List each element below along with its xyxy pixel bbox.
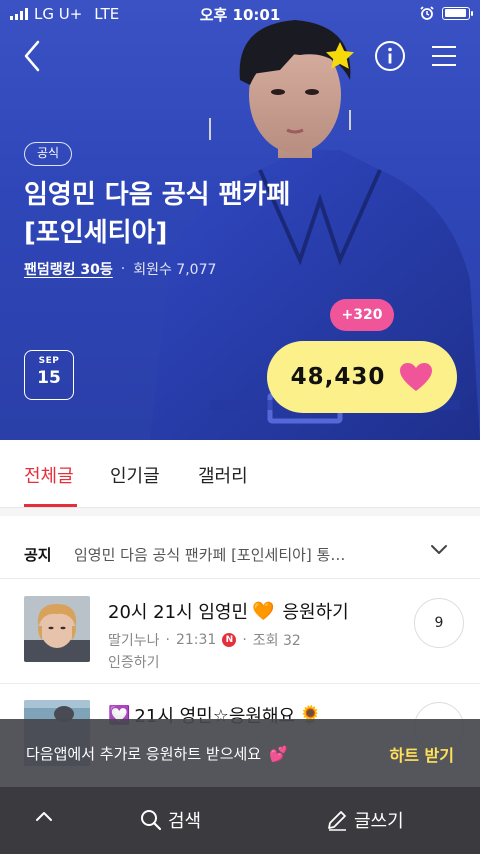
two-hearts-emoji: 💕 xyxy=(269,744,288,763)
new-badge: N xyxy=(222,633,237,647)
fandom-rank-link[interactable]: 팬덤랭킹 30등 xyxy=(24,259,113,279)
cafe-hero: LG U+ LTE 오후 10:01 공식 임영민 다음 공식 팬카페 [포인세… xyxy=(0,0,480,440)
notice-row[interactable]: 공지 임영민 다음 공식 팬카페 [포인세티아] 통… xyxy=(0,530,480,578)
status-bar: LG U+ LTE 오후 10:01 xyxy=(0,0,480,28)
write-button[interactable]: 글쓰기 xyxy=(326,807,404,833)
chevron-up-icon xyxy=(36,812,52,821)
info-icon xyxy=(375,41,405,71)
get-hearts-button[interactable]: 하트 받기 xyxy=(390,742,454,766)
post-thumbnail xyxy=(24,596,90,662)
tab-all-posts[interactable]: 전체글 xyxy=(24,462,74,488)
date-day: 15 xyxy=(37,368,61,388)
heart-icon xyxy=(400,363,433,391)
post-views: 조회 32 xyxy=(252,633,301,649)
divider xyxy=(0,578,480,579)
toast-message-text: 다음앱에서 추가로 응원하트 받으세요 xyxy=(26,745,262,763)
board-tabs: 전체글 인기글 갤러리 xyxy=(0,440,480,508)
notice-label: 공지 xyxy=(24,546,52,564)
tab-popular-posts[interactable]: 인기글 xyxy=(110,462,160,488)
chevron-down-icon[interactable] xyxy=(430,544,448,556)
meta-separator: · xyxy=(242,632,247,648)
section-divider xyxy=(0,508,480,516)
scroll-top-button[interactable] xyxy=(34,809,54,823)
cafe-meta: 팬덤랭킹 30등 · 회원수 7,077 xyxy=(24,259,216,279)
date-month: SEP xyxy=(38,356,60,366)
post-item[interactable]: 20시 21시 임영민 🧡 응원하기 딸기누나 · 21:31 N · 조회 3… xyxy=(0,596,480,696)
post-category: 인증하기 xyxy=(108,655,160,671)
heart-count: 48,430 xyxy=(290,364,386,390)
back-button[interactable] xyxy=(14,38,50,74)
alarm-icon xyxy=(420,6,434,20)
official-badge: 공식 xyxy=(24,142,73,166)
post-title-suffix: 응원하기 xyxy=(282,602,349,623)
post-title-text: 20시 21시 임영민 xyxy=(108,602,249,623)
notice-text: 임영민 다음 공식 팬카페 [포인세티아] 통… xyxy=(74,546,346,564)
post-time: 21:31 xyxy=(175,632,217,648)
search-button[interactable]: 검색 xyxy=(140,807,201,833)
heart-promo-toast: 다음앱에서 추가로 응원하트 받으세요 💕 하트 받기 xyxy=(0,719,480,787)
bottom-toolbar: 검색 글쓰기 xyxy=(0,787,480,854)
battery-icon xyxy=(442,6,473,20)
favorite-button[interactable] xyxy=(322,38,358,74)
meta-separator: · xyxy=(120,261,126,277)
search-icon xyxy=(141,810,162,831)
chevron-left-icon xyxy=(24,40,40,72)
comment-count[interactable]: 9 xyxy=(414,598,464,648)
member-count: 회원수 7,077 xyxy=(133,262,217,278)
post-meta: 딸기누나 · 21:31 N · 조회 32 xyxy=(108,630,301,650)
heart-increment-badge: +320 xyxy=(330,299,394,331)
clock: 오후 10:01 xyxy=(199,6,281,24)
post-title: 20시 21시 임영민 🧡 응원하기 xyxy=(108,598,349,624)
hamburger-icon xyxy=(432,46,456,66)
search-label: 검색 xyxy=(168,811,202,832)
active-tab-indicator xyxy=(24,504,77,507)
toast-message: 다음앱에서 추가로 응원하트 받으세요 💕 xyxy=(26,743,288,764)
orange-heart-emoji: 🧡 xyxy=(252,600,275,622)
date-badge: SEP 15 xyxy=(24,350,74,400)
pencil-icon xyxy=(328,811,346,831)
menu-button[interactable] xyxy=(426,38,462,74)
cheer-heart-button[interactable]: 48,430 xyxy=(267,341,457,413)
tab-gallery[interactable]: 갤러리 xyxy=(198,462,248,488)
post-author: 딸기누나 xyxy=(108,633,160,649)
star-icon xyxy=(326,42,354,69)
write-label: 글쓰기 xyxy=(354,811,404,832)
post-thumbnail-image xyxy=(24,596,90,662)
cafe-title: 임영민 다음 공식 팬카페 [포인세티아] xyxy=(24,180,291,248)
divider xyxy=(0,683,480,684)
meta-separator: · xyxy=(165,632,170,648)
info-button[interactable] xyxy=(372,38,408,74)
